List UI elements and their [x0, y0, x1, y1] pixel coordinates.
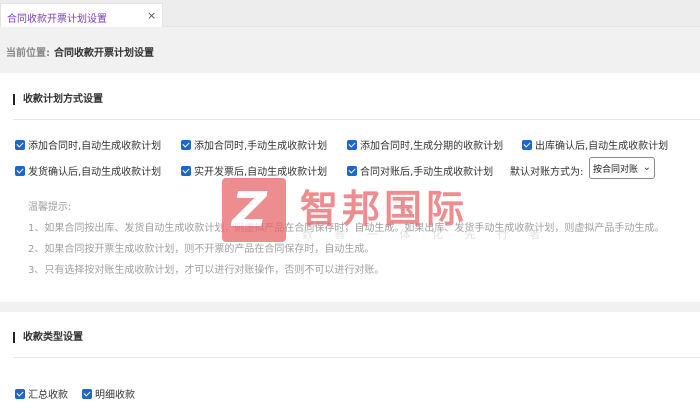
checkbox-add-contract-manual[interactable]: 添加合同时,手动生成收款计划 — [181, 137, 327, 152]
tip-item: 3、只有选择按对账生成收款计划，才可以进行对账操作，否则不可以进行对账。 — [28, 265, 385, 276]
checkbox-label: 出库确认后,自动生成收款计划 — [535, 141, 669, 152]
tips-block: 温馨提示: 1、如果合同按出库、发货自动生成收款计划，则虚拟产品在合同保存时，自… — [28, 197, 700, 281]
page-title: 合同收款开票计划设置 — [54, 48, 154, 59]
breadcrumb-prefix: 当前位置: — [6, 48, 50, 59]
divider — [13, 119, 700, 120]
tab-bar: 合同收款开票计划设置 × — [0, 0, 700, 27]
checkbox-checked-icon[interactable] — [15, 165, 25, 176]
checkbox-label: 添加合同时,手动生成收款计划 — [194, 141, 328, 152]
checkbox-summary-payment[interactable]: 汇总收款 — [15, 386, 68, 401]
section-title-plan-method: 收款计划方式设置 — [13, 94, 103, 105]
checkbox-checked-icon[interactable] — [15, 388, 25, 399]
checkbox-label: 添加合同时,自动生成收款计划 — [28, 141, 162, 152]
breadcrumb: 当前位置: 合同收款开票计划设置 — [0, 27, 700, 73]
checkbox-checked-icon[interactable] — [522, 139, 532, 150]
checkbox-checked-icon[interactable] — [82, 388, 92, 399]
checkbox-add-contract-installment[interactable]: 添加合同时,生成分期的收款计划 — [347, 137, 503, 152]
divider — [13, 357, 700, 358]
checkbox-label: 合同对账后,手动生成收款计划 — [360, 167, 494, 178]
checkbox-reconcile-manual[interactable]: 合同对账后,手动生成收款计划 — [347, 163, 493, 178]
checkbox-label: 发货确认后,自动生成收款计划 — [28, 167, 162, 178]
checkbox-detail-payment[interactable]: 明细收款 — [82, 386, 135, 401]
tips-heading: 温馨提示: — [28, 202, 72, 213]
checkbox-delivery-auto[interactable]: 发货确认后,自动生成收款计划 — [15, 163, 161, 178]
checkbox-label: 汇总收款 — [28, 390, 68, 401]
checkbox-checked-icon[interactable] — [15, 139, 25, 150]
reconcile-method-select[interactable]: 按合同对账 ⌄ — [589, 157, 655, 179]
section-separator — [0, 302, 700, 312]
tip-item: 1、如果合同按出库、发货自动生成收款计划，则虚拟产品在合同保存时，自动生成。如果… — [28, 223, 665, 234]
close-icon[interactable]: × — [147, 9, 156, 22]
tip-item: 2、如果合同按开票生成收款计划，则不开票的产品在合同保存时，自动生成。 — [28, 244, 375, 255]
checkbox-add-contract-auto[interactable]: 添加合同时,自动生成收款计划 — [15, 137, 161, 152]
checkbox-label: 添加合同时,生成分期的收款计划 — [360, 141, 504, 152]
reconcile-method-value: 按合同对账 — [593, 164, 639, 175]
checkbox-checked-icon[interactable] — [347, 139, 357, 150]
tab-label[interactable]: 合同收款开票计划设置 — [7, 10, 107, 25]
chevron-down-icon[interactable]: ⌄ — [643, 162, 651, 173]
checkbox-label: 实开发票后,自动生成收款计划 — [194, 167, 328, 178]
checkbox-stock-out-auto[interactable]: 出库确认后,自动生成收款计划 — [522, 137, 668, 152]
section-title-payment-type: 收款类型设置 — [13, 332, 83, 343]
checkbox-checked-icon[interactable] — [181, 139, 191, 150]
checkbox-invoice-auto[interactable]: 实开发票后,自动生成收款计划 — [181, 163, 327, 178]
reconcile-method-label: 默认对账方式为: — [510, 167, 584, 178]
checkbox-checked-icon[interactable] — [347, 165, 357, 176]
checkbox-checked-icon[interactable] — [181, 165, 191, 176]
tab-contract-settings[interactable]: 合同收款开票计划设置 × — [0, 3, 163, 27]
checkbox-label: 明细收款 — [95, 390, 135, 401]
